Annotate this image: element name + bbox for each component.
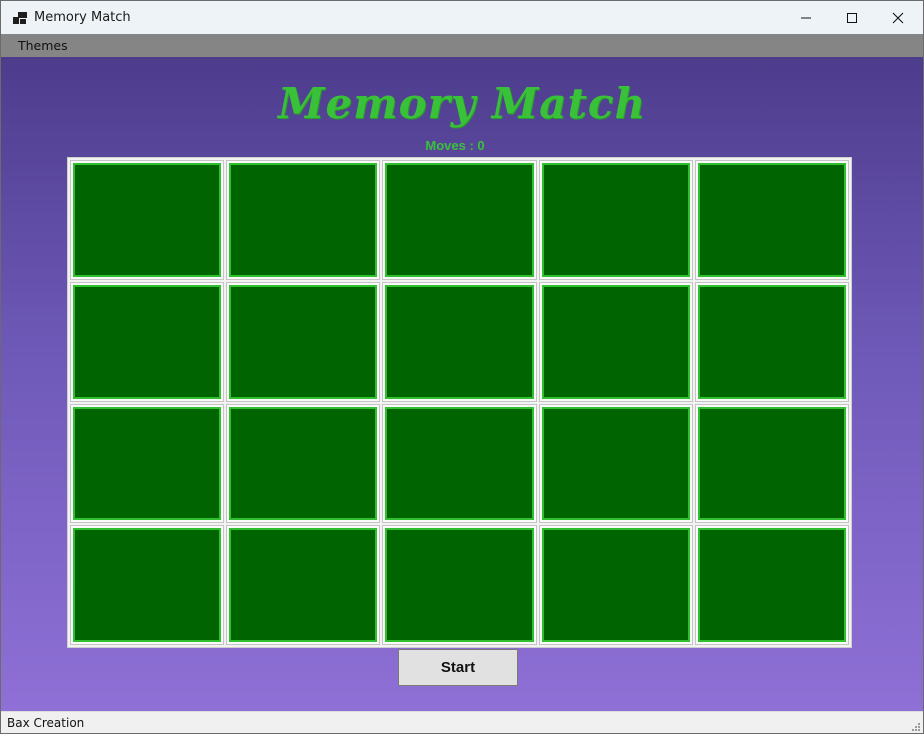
maximize-icon — [847, 12, 857, 23]
card-slot — [226, 160, 381, 280]
card-slot — [70, 403, 225, 524]
memory-card[interactable] — [385, 406, 534, 521]
card-slot — [226, 403, 381, 524]
memory-card[interactable] — [229, 163, 378, 277]
minimize-icon — [801, 17, 811, 18]
maximize-button[interactable] — [829, 1, 875, 34]
memory-card[interactable] — [73, 163, 222, 277]
memory-card[interactable] — [73, 406, 222, 521]
memory-card[interactable] — [229, 528, 378, 642]
card-slot — [538, 281, 693, 402]
memory-card[interactable] — [697, 406, 846, 521]
card-slot — [538, 160, 693, 280]
resize-grip-icon[interactable] — [911, 722, 921, 732]
memory-card[interactable] — [385, 528, 534, 642]
card-slot — [694, 403, 849, 524]
card-slot — [538, 403, 693, 524]
memory-card[interactable] — [697, 163, 846, 277]
close-button[interactable] — [875, 1, 921, 34]
memory-card[interactable] — [229, 406, 378, 521]
card-slot — [382, 525, 537, 645]
memory-card[interactable] — [73, 284, 222, 399]
memory-card[interactable] — [697, 284, 846, 399]
card-slot — [694, 160, 849, 280]
minimize-button[interactable] — [783, 1, 829, 34]
card-slot — [70, 281, 225, 402]
card-slot — [70, 160, 225, 280]
memory-card[interactable] — [541, 284, 690, 399]
card-slot — [538, 525, 693, 645]
status-text: Bax Creation — [7, 716, 85, 730]
app-window: Memory Match Themes Memory Match Moves :… — [0, 0, 924, 734]
memory-card[interactable] — [541, 406, 690, 521]
card-slot — [70, 525, 225, 645]
game-area: Memory Match Moves : 0 Start — [1, 57, 923, 711]
card-slot — [382, 160, 537, 280]
card-slot — [226, 281, 381, 402]
memory-card[interactable] — [385, 284, 534, 399]
game-title: Memory Match — [277, 79, 647, 128]
card-slot — [382, 403, 537, 524]
card-slot — [694, 525, 849, 645]
memory-card[interactable] — [541, 528, 690, 642]
close-icon — [892, 12, 904, 23]
card-slot — [226, 525, 381, 645]
memory-card[interactable] — [385, 163, 534, 277]
memory-card[interactable] — [73, 528, 222, 642]
app-icon — [13, 12, 27, 24]
card-slot — [694, 281, 849, 402]
memory-card[interactable] — [541, 163, 690, 277]
menu-item-themes[interactable]: Themes — [12, 37, 74, 54]
title-bar[interactable]: Memory Match — [1, 1, 923, 34]
card-grid — [67, 157, 852, 648]
memory-card[interactable] — [229, 284, 378, 399]
start-button[interactable]: Start — [398, 649, 518, 686]
moves-counter: Moves : 0 — [425, 138, 485, 153]
memory-card[interactable] — [697, 528, 846, 642]
window-title: Memory Match — [34, 10, 131, 25]
card-slot — [382, 281, 537, 402]
menu-bar: Themes — [1, 34, 923, 57]
status-bar: Bax Creation — [1, 711, 923, 733]
